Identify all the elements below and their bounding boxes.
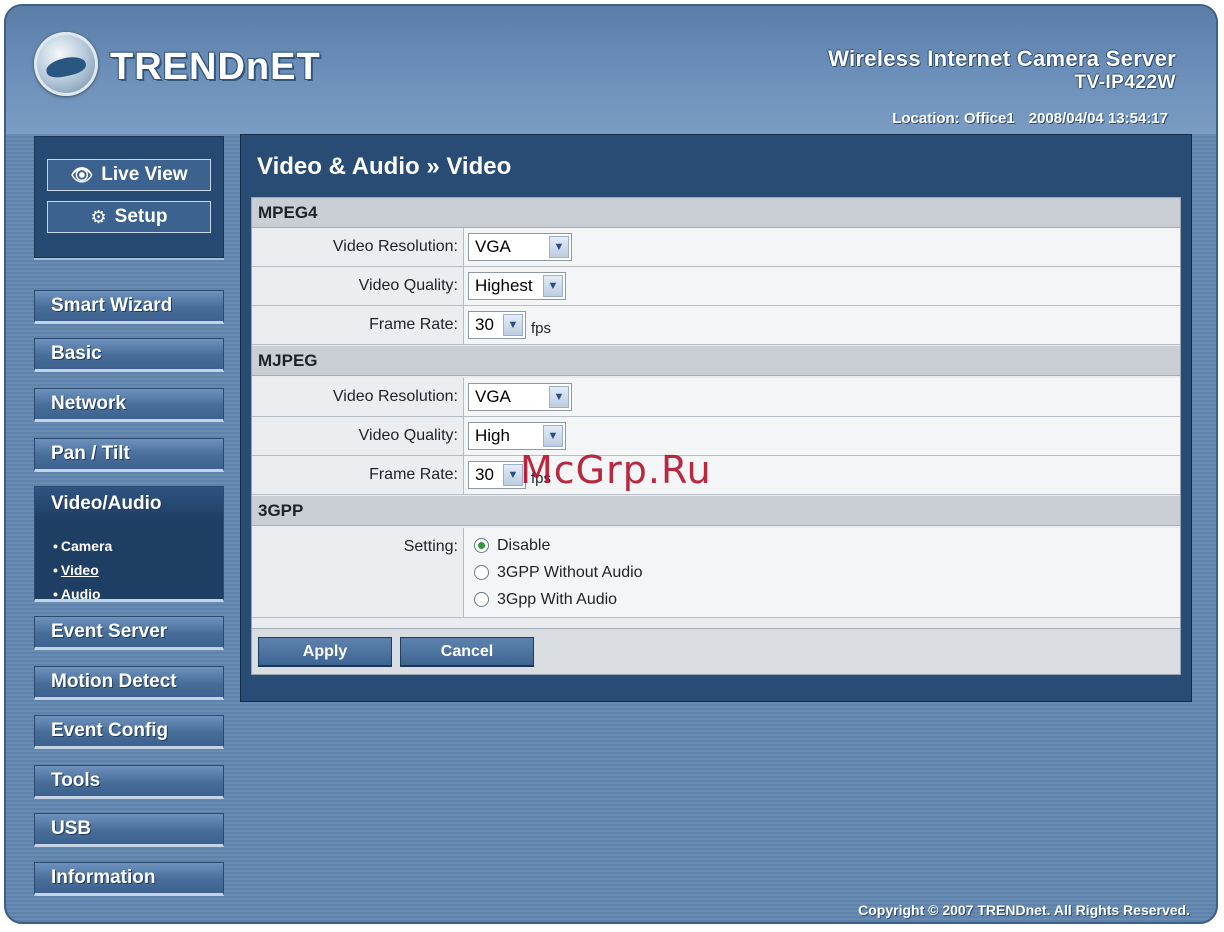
radio-disable[interactable]: Disable: [474, 532, 550, 559]
page-title: Video & Audio » Video: [257, 153, 512, 180]
menu-network[interactable]: Network: [34, 388, 224, 422]
mpeg4-framerate-label: Frame Rate:: [252, 306, 464, 344]
logo-globe-icon: [34, 32, 98, 96]
mpeg4-quality-label: Video Quality:: [252, 267, 464, 305]
menu-tools[interactable]: Tools: [34, 765, 224, 799]
location-bar: Location: Office1 2008/04/04 13:54:17: [878, 110, 1168, 127]
setup-button[interactable]: ⚙ Setup: [47, 201, 211, 233]
mjpeg-quality-row: Video Quality: High ▼: [252, 417, 1180, 456]
menu-event-config[interactable]: Event Config: [34, 715, 224, 749]
menu-video-audio[interactable]: Video/Audio: [34, 486, 224, 520]
mjpeg-resolution-row: Video Resolution: VGA ▼: [252, 378, 1180, 417]
view-mode-box: 👁 Live View ⚙ Setup: [34, 136, 224, 258]
mjpeg-resolution-label: Video Resolution:: [252, 378, 464, 416]
video-audio-submenu: • Camera • Video • Audio: [34, 520, 224, 602]
3gpp-setting-label: Setting:: [252, 528, 464, 617]
settings-panel: Video & Audio » Video MPEG4 Video Resolu…: [240, 134, 1192, 702]
product-info: Wireless Internet Camera Server TV-IP422…: [828, 46, 1176, 94]
mpeg4-resolution-select[interactable]: VGA ▼: [468, 233, 572, 261]
mpeg4-framerate-row: Frame Rate: 30 ▼ fps: [252, 306, 1180, 345]
radio-unselected-icon: [474, 565, 489, 580]
mpeg4-resolution-label: Video Resolution:: [252, 228, 464, 266]
mjpeg-framerate-select[interactable]: 30 ▼: [468, 461, 526, 489]
menu-motion-detect[interactable]: Motion Detect: [34, 666, 224, 700]
menu-basic[interactable]: Basic: [34, 338, 224, 372]
setup-label: Setup: [114, 206, 168, 227]
menu-event-server[interactable]: Event Server: [34, 616, 224, 650]
chevron-down-icon: ▼: [543, 425, 563, 447]
submenu-video[interactable]: • Video: [35, 558, 223, 582]
product-model: TV-IP422W: [1074, 72, 1176, 93]
mpeg4-framerate-select[interactable]: 30 ▼: [468, 311, 526, 339]
logo-text: TRENDnET: [110, 46, 321, 88]
radio-selected-icon: [474, 538, 489, 553]
copyright: Copyright © 2007 TRENDnet. All Rights Re…: [858, 902, 1190, 918]
chevron-down-icon: ▼: [549, 386, 569, 408]
action-bar: Apply Cancel: [252, 628, 1180, 674]
menu-smart-wizard[interactable]: Smart Wizard: [34, 290, 224, 324]
menu-usb[interactable]: USB: [34, 813, 224, 847]
chevron-down-icon: ▼: [549, 236, 569, 258]
radio-3gpp-with-audio[interactable]: 3Gpp With Audio: [474, 586, 617, 613]
fps-unit: fps: [531, 319, 552, 337]
submenu-camera[interactable]: • Camera: [35, 534, 223, 558]
live-view-label: Live View: [101, 164, 188, 185]
mjpeg-quality-label: Video Quality:: [252, 417, 464, 455]
location-label: Location: Office1: [892, 110, 1015, 127]
mjpeg-framerate-label: Frame Rate:: [252, 456, 464, 494]
settings-form: MPEG4 Video Resolution: VGA ▼ Video Qual…: [251, 197, 1181, 675]
section-mjpeg: MJPEG: [252, 346, 1180, 376]
menu-information[interactable]: Information: [34, 862, 224, 896]
mpeg4-quality-row: Video Quality: Highest ▼: [252, 267, 1180, 306]
apply-button[interactable]: Apply: [258, 637, 392, 667]
product-name: Wireless Internet Camera Server: [828, 46, 1176, 71]
datetime: 2008/04/04 13:54:17: [1028, 110, 1168, 127]
radio-3gpp-without-audio[interactable]: 3GPP Without Audio: [474, 559, 643, 586]
mjpeg-resolution-select[interactable]: VGA ▼: [468, 383, 572, 411]
chevron-down-icon: ▼: [543, 275, 563, 297]
section-3gpp: 3GPP: [252, 496, 1180, 526]
chevron-down-icon: ▼: [503, 314, 523, 336]
mpeg4-quality-select[interactable]: Highest ▼: [468, 272, 566, 300]
live-view-button[interactable]: 👁 Live View: [47, 159, 211, 191]
radio-unselected-icon: [474, 592, 489, 607]
eye-icon: 👁: [70, 164, 94, 185]
menu-pan-tilt[interactable]: Pan / Tilt: [34, 438, 224, 472]
submenu-audio[interactable]: • Audio: [35, 582, 223, 606]
mpeg4-resolution-row: Video Resolution: VGA ▼: [252, 228, 1180, 267]
3gpp-setting-row: Setting: Disable 3GPP Without Audio 3Gpp…: [252, 528, 1180, 618]
mjpeg-quality-select[interactable]: High ▼: [468, 422, 566, 450]
section-mpeg4: MPEG4: [252, 198, 1180, 228]
cancel-button[interactable]: Cancel: [400, 637, 534, 667]
mjpeg-framerate-row: Frame Rate: 30 ▼ fps: [252, 456, 1180, 495]
watermark: McGrp.Ru: [520, 448, 712, 492]
gear-icon: ⚙: [90, 206, 107, 227]
